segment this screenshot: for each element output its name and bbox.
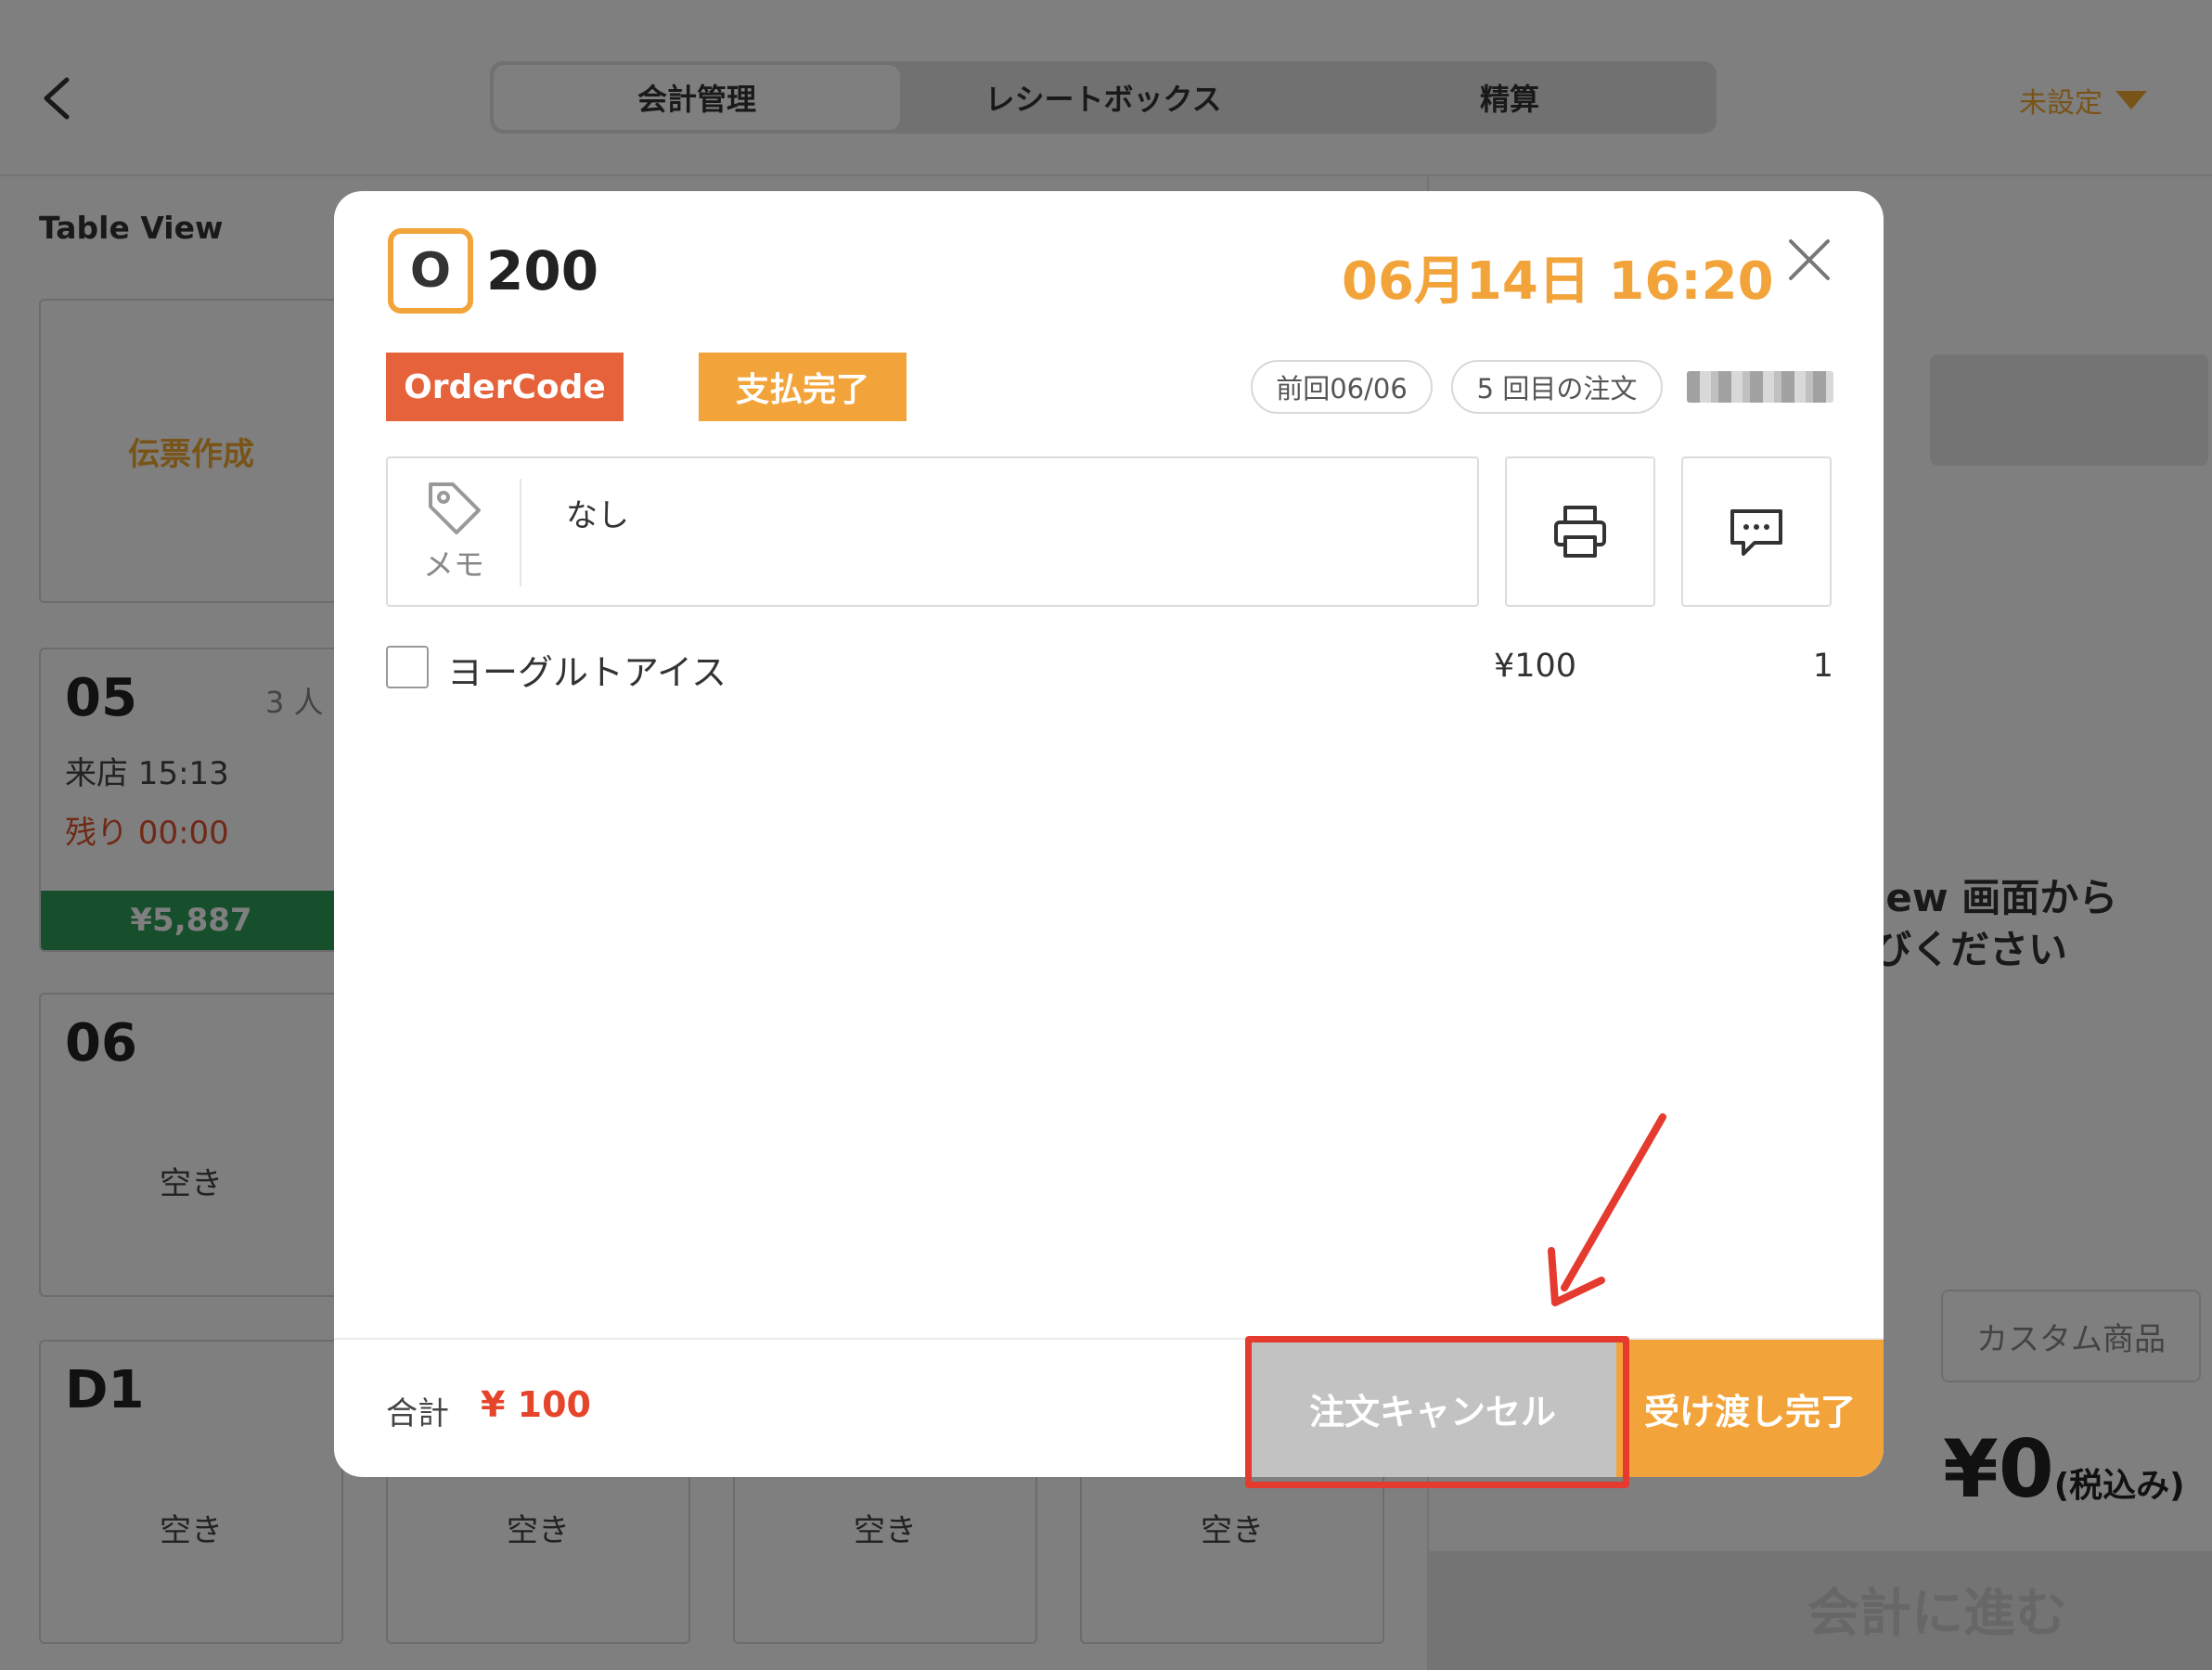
redacted-customer-info: [1687, 371, 1833, 403]
printer-icon: [1554, 506, 1606, 558]
previous-visit-pill: 前回06/06: [1251, 360, 1433, 414]
order-type-badge: O: [388, 228, 473, 314]
item-quantity: 1: [1812, 648, 1833, 685]
memo-box[interactable]: メモ なし: [386, 456, 1479, 607]
item-price: ¥100: [1494, 648, 1577, 685]
memo-divider: [520, 479, 521, 586]
annotation-highlight-box: [1245, 1336, 1629, 1488]
tag-icon: [429, 482, 481, 534]
order-detail-modal: O 200 06月14日 16:20 OrderCode 支払完了 前回06/0…: [334, 191, 1884, 1477]
order-count-pill: 5 回目の注文: [1451, 360, 1663, 414]
memo-label: メモ: [423, 546, 484, 583]
message-button[interactable]: [1681, 456, 1832, 607]
payment-status-tag: 支払完了: [699, 353, 907, 421]
total-value: ¥ 100: [481, 1384, 591, 1425]
item-name: ヨーグルトアイス: [447, 652, 727, 693]
close-icon[interactable]: [1783, 234, 1835, 286]
chat-bubble-icon: [1730, 509, 1782, 556]
item-checkbox[interactable]: [386, 646, 429, 688]
total-label: 合計: [386, 1395, 449, 1432]
handover-complete-button[interactable]: 受け渡し完了: [1616, 1340, 1884, 1477]
memo-text: なし: [566, 497, 629, 534]
order-code-tag: OrderCode: [386, 353, 624, 421]
order-number: 200: [486, 239, 599, 302]
order-datetime: 06月14日 16:20: [1342, 251, 1774, 312]
order-item-row: ヨーグルトアイス ¥100 1: [386, 642, 1833, 694]
print-button[interactable]: [1505, 456, 1655, 607]
